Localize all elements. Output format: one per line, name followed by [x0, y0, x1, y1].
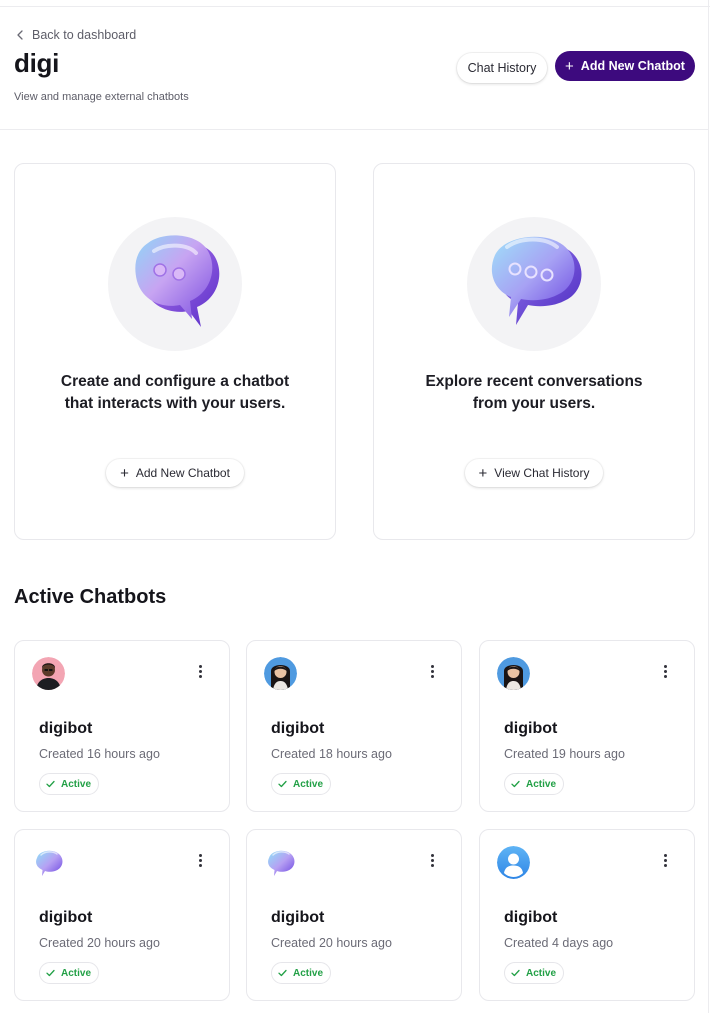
chatbot-name: digibot	[271, 909, 325, 926]
chatbot-created-time: Created 4 days ago	[504, 936, 614, 950]
status-badge: Active	[39, 773, 100, 795]
chatbot-card[interactable]: digibot Created 19 hours ago Active	[479, 640, 695, 812]
status-label: Active	[526, 967, 557, 979]
check-icon	[511, 969, 520, 977]
back-to-dashboard-link[interactable]: Back to dashboard	[16, 28, 136, 42]
chatbot-name: digibot	[504, 909, 558, 926]
man-avatar	[32, 657, 65, 690]
view-chat-history-label: View Chat History	[494, 466, 590, 480]
chatbot-card[interactable]: digibot Created 20 hours ago Active	[14, 829, 230, 1001]
create-chatbot-description: Create and configure a chatbot that inte…	[60, 373, 290, 412]
check-icon	[511, 780, 520, 788]
chatbot-card[interactable]: digibot Created 4 days ago Active	[479, 829, 695, 1001]
top-divider	[0, 6, 710, 7]
view-chat-history-button[interactable]: + View Chat History	[465, 459, 603, 487]
more-options-icon[interactable]	[425, 665, 439, 683]
chatbot-created-time: Created 16 hours ago	[39, 747, 160, 761]
woman-avatar	[264, 657, 297, 690]
plus-icon: +	[565, 57, 574, 75]
create-chatbot-card: Create and configure a chatbot that inte…	[14, 163, 336, 540]
status-label: Active	[526, 778, 557, 790]
chatbot-card[interactable]: digibot Created 18 hours ago Active	[246, 640, 462, 812]
status-badge: Active	[39, 962, 100, 984]
default-user-avatar-icon	[497, 846, 530, 879]
add-new-chatbot-label: Add New Chatbot	[580, 59, 685, 73]
check-icon	[278, 969, 287, 977]
chatbot-created-time: Created 19 hours ago	[504, 747, 625, 761]
status-label: Active	[293, 967, 324, 979]
check-icon	[278, 780, 287, 788]
chat-history-button[interactable]: Chat History	[457, 53, 547, 83]
chatbot-name: digibot	[271, 720, 325, 737]
plus-icon: +	[120, 464, 129, 482]
chat-bubble-avatar-icon	[264, 846, 297, 879]
more-options-icon[interactable]	[658, 854, 672, 872]
status-badge: Active	[271, 773, 332, 795]
chatbot-created-time: Created 18 hours ago	[271, 747, 392, 761]
chat-bubble-illustration	[467, 217, 601, 351]
chat-bubble-two-dots-icon	[135, 235, 220, 327]
page-subtitle: View and manage external chatbots	[14, 91, 189, 103]
chatbot-card[interactable]: digibot Created 20 hours ago Active	[246, 829, 462, 1001]
chevron-left-icon	[17, 30, 23, 40]
page-title: digi	[14, 48, 60, 78]
chatbot-name: digibot	[504, 720, 558, 737]
check-icon	[46, 780, 55, 788]
chatbot-created-time: Created 20 hours ago	[39, 936, 160, 950]
card-add-new-chatbot-label: Add New Chatbot	[135, 466, 230, 480]
add-new-chatbot-button[interactable]: + Add New Chatbot	[555, 51, 695, 81]
woman-avatar	[497, 657, 530, 690]
check-icon	[46, 969, 55, 977]
chat-history-description: Explore recent conversations from your u…	[425, 373, 643, 412]
status-label: Active	[293, 778, 324, 790]
back-link-label: Back to dashboard	[32, 28, 137, 42]
chatbot-name: digibot	[39, 720, 93, 737]
more-options-icon[interactable]	[193, 665, 207, 683]
chat-bubble-avatar-icon	[32, 846, 65, 879]
status-badge: Active	[271, 962, 332, 984]
right-divider	[708, 0, 709, 1013]
card-add-new-chatbot-button[interactable]: + Add New Chatbot	[106, 459, 244, 487]
more-options-icon[interactable]	[658, 665, 672, 683]
chat-bubble-illustration	[108, 217, 242, 351]
header-divider	[0, 129, 708, 130]
status-label: Active	[61, 778, 92, 790]
chat-history-card: Explore recent conversations from your u…	[373, 163, 695, 540]
status-label: Active	[61, 967, 92, 979]
chatbot-created-time: Created 20 hours ago	[271, 936, 392, 950]
chatbot-name: digibot	[39, 909, 93, 926]
active-chatbots-heading: Active Chatbots	[14, 586, 167, 608]
more-options-icon[interactable]	[425, 854, 439, 872]
plus-icon: +	[478, 464, 488, 482]
status-badge: Active	[504, 962, 565, 984]
chat-bubble-three-dots-icon	[491, 236, 582, 325]
more-options-icon[interactable]	[193, 854, 207, 872]
status-badge: Active	[504, 773, 565, 795]
chatbot-card[interactable]: digibot Created 16 hours ago Active	[14, 640, 230, 812]
